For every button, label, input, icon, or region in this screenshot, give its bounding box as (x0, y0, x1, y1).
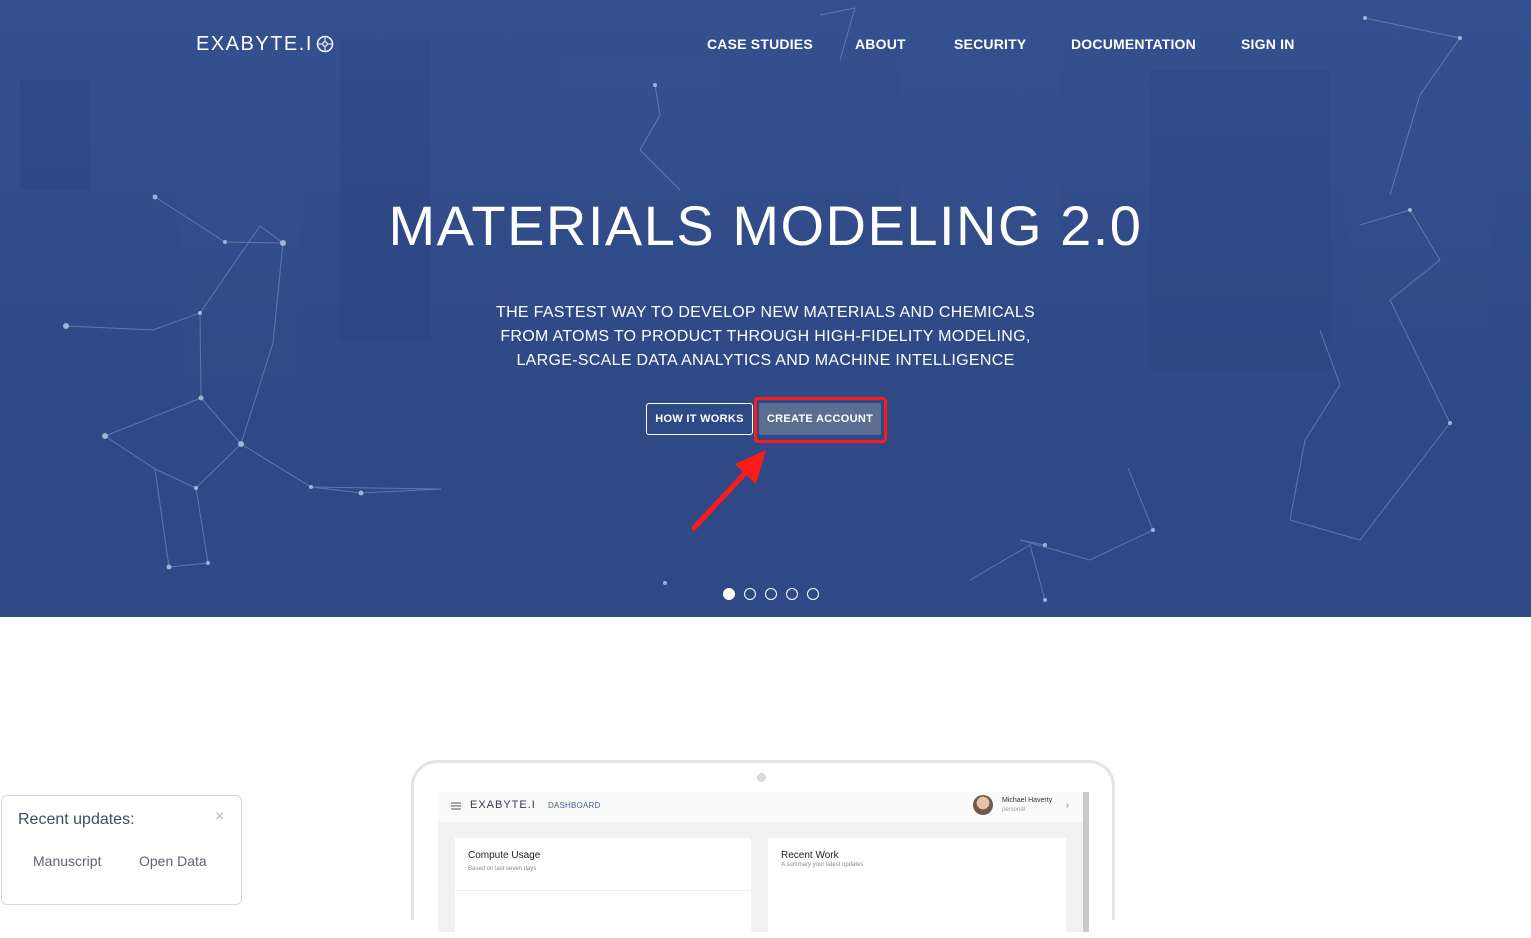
carousel-dot[interactable] (786, 588, 798, 600)
nav-case-studies[interactable]: CASE STUDIES (707, 36, 813, 52)
recent-work-card: Recent Work A summary your latest update… (768, 838, 1066, 938)
recent-updates-title: Recent updates: (18, 811, 135, 828)
nav-security[interactable]: SECURITY (954, 36, 1026, 52)
recent-updates-panel: Recent updates: × Manuscript Open Data (1, 795, 242, 905)
dashboard-user-name: Michael Haverty (1002, 797, 1053, 804)
dashboard-screenshot: EXABYTE.I DASHBOARD Michael Haverty pers… (438, 792, 1089, 938)
dashboard-topbar: EXABYTE.I DASHBOARD Michael Haverty pers… (438, 792, 1083, 822)
card-subtitle: A summary your latest updates (781, 862, 864, 868)
hero-subtitle-line: FROM ATOMS TO PRODUCT THROUGH HIGH-FIDEL… (500, 328, 1031, 345)
laptop-preview: EXABYTE.I DASHBOARD Michael Haverty pers… (411, 760, 1115, 938)
nav-documentation[interactable]: DOCUMENTATION (1071, 36, 1196, 52)
dashboard-section-label: DASHBOARD (548, 801, 601, 810)
hero-banner: EXABYTE.I CASE STUDIES ABOUT SECURITY DO… (0, 0, 1531, 617)
exabyte-logo[interactable]: EXABYTE.I (196, 32, 334, 56)
card-title: Compute Usage (468, 850, 541, 861)
compute-usage-card: Compute Usage Based on last seven days (455, 838, 751, 938)
update-link-open-data[interactable]: Open Data (139, 853, 207, 869)
how-it-works-button[interactable]: HOW IT WORKS (646, 403, 753, 435)
close-icon[interactable]: × (215, 808, 224, 826)
chevron-right-icon: › (1066, 800, 1069, 810)
hero-subtitle-line: THE FASTEST WAY TO DEVELOP NEW MATERIALS… (496, 304, 1035, 321)
dashboard-logo: EXABYTE.I (470, 799, 536, 811)
carousel-indicators (723, 588, 819, 600)
dashboard-user-plan: personal (1002, 807, 1026, 813)
carousel-dot[interactable] (723, 588, 735, 600)
carousel-dot[interactable] (765, 588, 777, 600)
carousel-dot[interactable] (807, 588, 819, 600)
carousel-dot[interactable] (744, 588, 756, 600)
dashboard-scrollbar (1083, 792, 1089, 932)
camera-dot (757, 773, 766, 782)
hero-subtitle-line: LARGE-SCALE DATA ANALYTICS AND MACHINE I… (516, 352, 1015, 369)
logo-atom-icon (316, 35, 334, 53)
menu-icon (451, 802, 461, 810)
logo-text: EXABYTE.I (196, 32, 313, 55)
create-account-button[interactable]: CREATE ACCOUNT (759, 403, 881, 435)
nav-about[interactable]: ABOUT (855, 36, 906, 52)
annotation-arrow-icon (691, 450, 766, 531)
card-subtitle: Based on last seven days (468, 866, 537, 872)
avatar (973, 795, 993, 815)
nav-sign-in[interactable]: SIGN IN (1241, 36, 1295, 52)
hero-title: MATERIALS MODELING 2.0 (388, 194, 1143, 257)
card-title: Recent Work (781, 850, 839, 861)
update-link-manuscript[interactable]: Manuscript (33, 853, 101, 869)
card-divider (455, 890, 751, 891)
